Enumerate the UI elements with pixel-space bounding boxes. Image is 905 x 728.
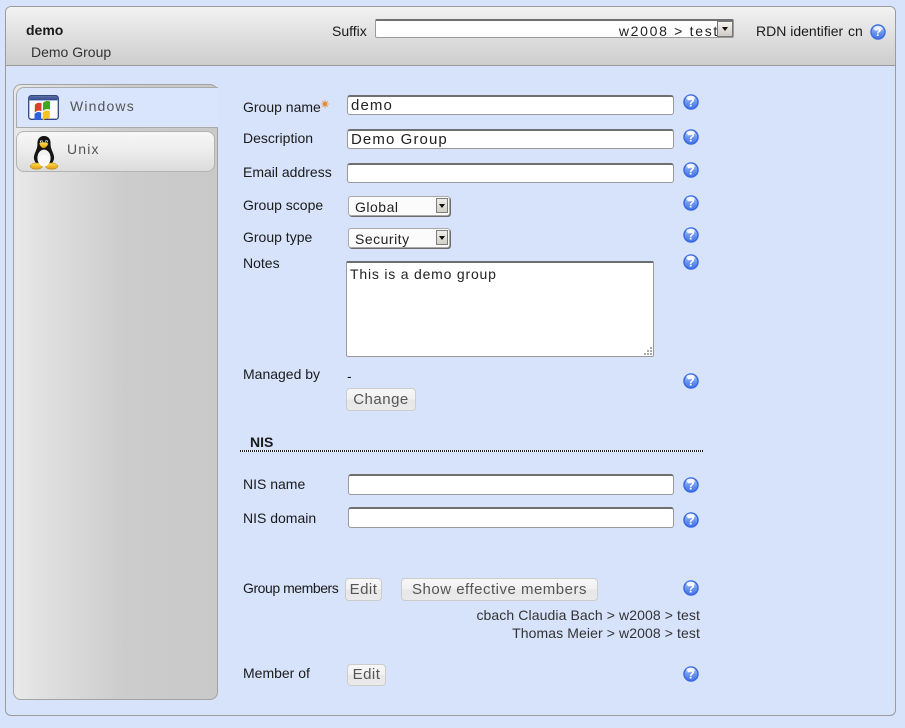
svg-text:?: ?	[687, 163, 695, 177]
svg-text:?: ?	[687, 581, 695, 595]
svg-text:?: ?	[687, 130, 695, 144]
svg-text:?: ?	[687, 667, 695, 681]
svg-text:?: ?	[687, 374, 695, 388]
svg-text:?: ?	[687, 255, 695, 269]
svg-text:?: ?	[687, 228, 695, 242]
svg-text:?: ?	[687, 478, 695, 492]
svg-text:?: ?	[687, 95, 695, 109]
svg-text:?: ?	[687, 196, 695, 210]
svg-text:?: ?	[874, 25, 881, 39]
svg-text:?: ?	[687, 513, 695, 527]
